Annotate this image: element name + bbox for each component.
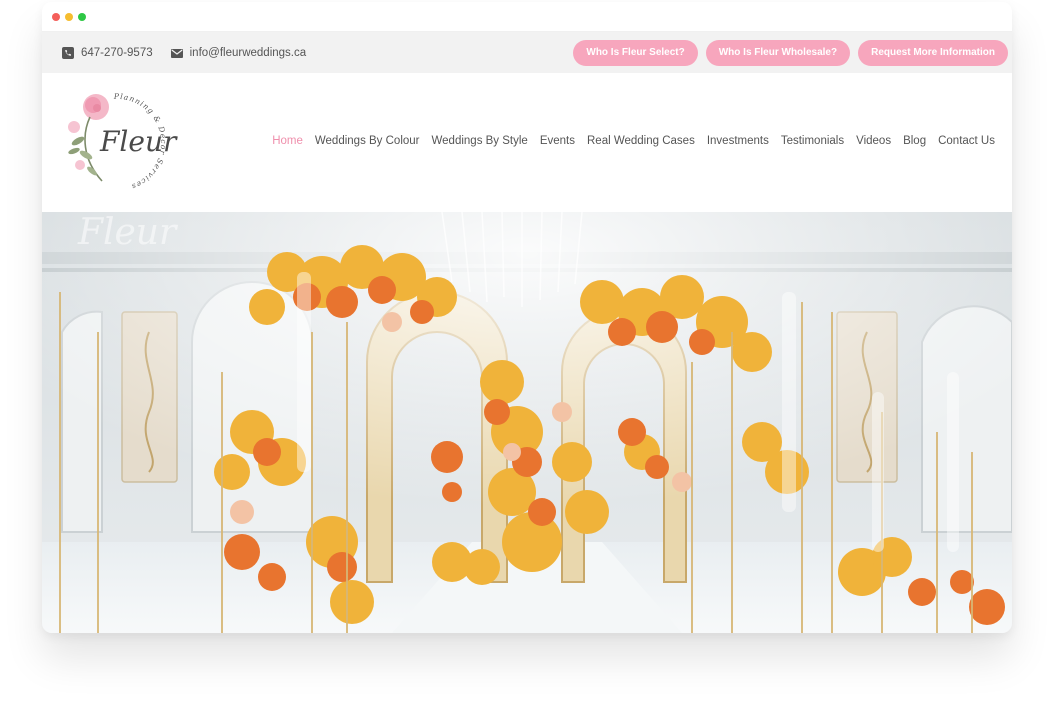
browser-window: 647-270-9573 info@fleurweddings.ca Who I… xyxy=(42,2,1012,633)
email-contact[interactable]: info@fleurweddings.ca xyxy=(170,46,307,59)
browser-chrome xyxy=(42,2,1012,32)
fleur-logo[interactable]: Fleur Planning & Decor Services xyxy=(62,89,186,193)
nav-real-wedding-cases[interactable]: Real Wedding Cases xyxy=(587,135,695,147)
email-address: info@fleurweddings.ca xyxy=(189,46,307,59)
nav-videos[interactable]: Videos xyxy=(856,135,891,147)
request-more-information-button[interactable]: Request More Information xyxy=(858,39,1008,66)
nav-weddings-by-style[interactable]: Weddings By Style xyxy=(432,135,528,147)
wedding-floral-scene: Fleur xyxy=(42,212,1012,633)
phone-contact[interactable]: 647-270-9573 xyxy=(62,46,153,59)
minimize-window-dot[interactable] xyxy=(65,13,73,21)
top-contact-bar: 647-270-9573 info@fleurweddings.ca Who I… xyxy=(42,32,1012,73)
hero-watermark: Fleur xyxy=(77,212,178,253)
nav-testimonials[interactable]: Testimonials xyxy=(781,135,844,147)
nav-events[interactable]: Events xyxy=(540,135,575,147)
nav-blog[interactable]: Blog xyxy=(903,135,926,147)
who-is-fleur-select-button[interactable]: Who Is Fleur Select? xyxy=(573,39,698,66)
phone-icon xyxy=(62,46,74,59)
who-is-fleur-wholesale-button[interactable]: Who Is Fleur Wholesale? xyxy=(705,39,851,66)
nav-home[interactable]: Home xyxy=(272,135,303,147)
close-window-dot[interactable] xyxy=(52,13,60,21)
envelope-icon xyxy=(170,48,183,58)
top-action-buttons: Who Is Fleur Select? Who Is Fleur Wholes… xyxy=(573,39,1008,66)
nav-contact-us[interactable]: Contact Us xyxy=(938,135,995,147)
hero-image: Fleur xyxy=(42,212,1012,633)
maximize-window-dot[interactable] xyxy=(78,13,86,21)
site-header: Fleur Planning & Decor Services Home Wed… xyxy=(42,73,1012,212)
phone-number: 647-270-9573 xyxy=(81,46,153,59)
main-nav: Home Weddings By Colour Weddings By Styl… xyxy=(272,135,995,147)
nav-weddings-by-colour[interactable]: Weddings By Colour xyxy=(315,135,420,147)
nav-investments[interactable]: Investments xyxy=(707,135,769,147)
